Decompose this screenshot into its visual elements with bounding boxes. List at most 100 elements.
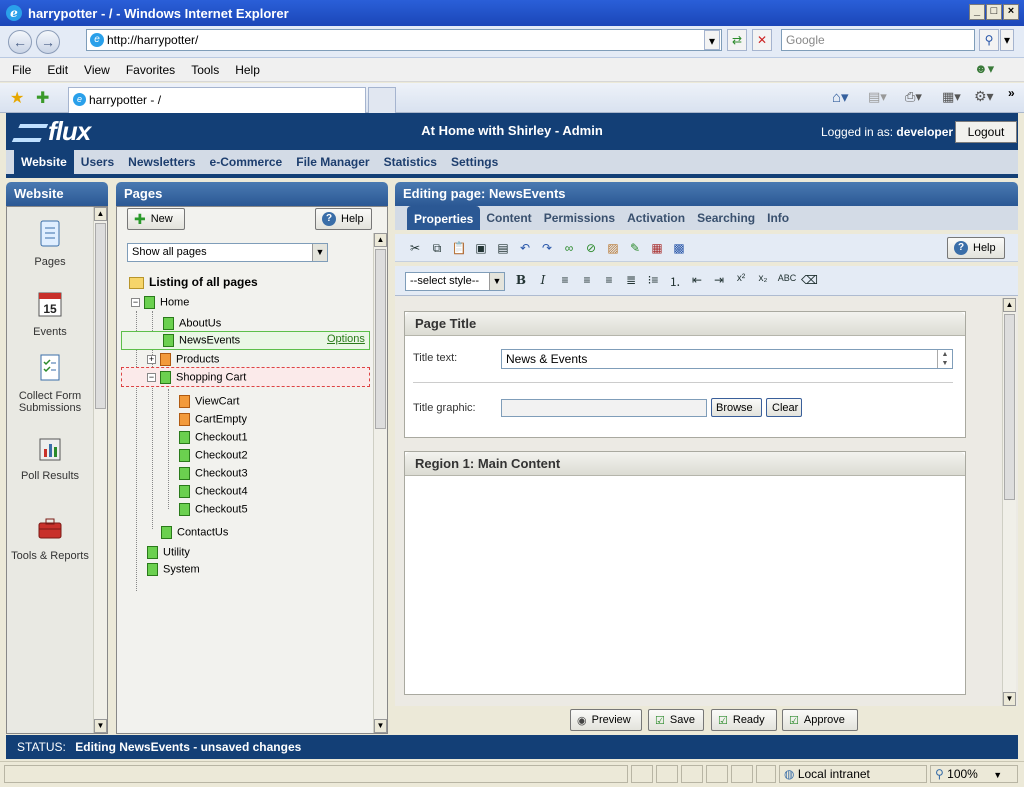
menu-view[interactable]: View bbox=[84, 63, 110, 77]
style-select[interactable]: --select style-- ▼ bbox=[405, 272, 505, 291]
menu-file[interactable]: File bbox=[12, 63, 31, 77]
eraser-icon[interactable]: ⌫ bbox=[801, 273, 818, 287]
tree-item-checkout5[interactable]: Checkout5 bbox=[179, 503, 248, 516]
bold-icon[interactable]: B bbox=[513, 273, 529, 287]
title-graphic-input[interactable] bbox=[501, 399, 707, 417]
nav-newsletters[interactable]: Newsletters bbox=[121, 155, 202, 174]
paste-text-icon[interactable]: ▣ bbox=[473, 241, 489, 255]
align-left-icon[interactable]: ≡ bbox=[557, 273, 573, 287]
tree-item-checkout3[interactable]: Checkout3 bbox=[179, 467, 248, 480]
left-scrollbar[interactable]: ▲ ▼ bbox=[93, 207, 107, 733]
numbered-list-icon[interactable]: ⒈ bbox=[667, 273, 683, 290]
print-icon[interactable]: ⎙▾ bbox=[905, 89, 922, 105]
tab-properties[interactable]: Properties bbox=[407, 206, 481, 230]
link-icon[interactable]: ∞ bbox=[561, 241, 577, 255]
scroll-down-arrow[interactable]: ▼ bbox=[1003, 692, 1016, 706]
add-favorite-icon[interactable]: ✚ bbox=[36, 88, 49, 108]
sidebar-item-events[interactable]: 15 Events bbox=[7, 289, 93, 338]
pages-scrollbar[interactable]: ▲ ▼ bbox=[373, 233, 387, 733]
nav-file-manager[interactable]: File Manager bbox=[289, 155, 376, 174]
justify-icon[interactable]: ≣ bbox=[623, 273, 639, 287]
title-text-input[interactable]: News & Events ▲ ▼ bbox=[501, 349, 953, 369]
clear-button[interactable]: Clear bbox=[766, 398, 802, 417]
tree-item-viewcart[interactable]: ViewCart bbox=[179, 395, 239, 408]
tools-gear-icon[interactable]: ⚙▾ bbox=[974, 88, 994, 105]
search-options-button[interactable]: ▾ bbox=[1000, 29, 1014, 51]
search-icon[interactable]: ⚲ bbox=[979, 29, 999, 51]
approve-button[interactable]: ☑ Approve bbox=[782, 709, 858, 731]
menu-help[interactable]: Help bbox=[235, 63, 260, 77]
url-input[interactable]: e http://harrypotter/ bbox=[86, 29, 722, 51]
nav-ecommerce[interactable]: e-Commerce bbox=[203, 155, 290, 174]
menu-favorites[interactable]: Favorites bbox=[126, 63, 175, 77]
sidebar-item-pages[interactable]: Pages bbox=[7, 219, 93, 268]
redo-icon[interactable]: ↷ bbox=[539, 241, 555, 255]
tab-permissions[interactable]: Permissions bbox=[538, 211, 621, 230]
paste-icon[interactable]: 📋 bbox=[451, 241, 467, 255]
tree-item-shoppingcart-drop[interactable]: − Shopping Cart bbox=[121, 367, 370, 387]
tree-item-checkout1[interactable]: Checkout1 bbox=[179, 431, 248, 444]
page-filter-select[interactable]: Show all pages ▼ bbox=[127, 243, 328, 262]
menu-edit[interactable]: Edit bbox=[47, 63, 68, 77]
bullet-list-icon[interactable]: ⁝≡ bbox=[645, 273, 661, 287]
scroll-up-arrow[interactable]: ▲ bbox=[94, 207, 107, 221]
tree-item-products[interactable]: + Products bbox=[147, 353, 219, 366]
sidebar-item-tools-reports[interactable]: Tools & Reports bbox=[7, 513, 93, 562]
messenger-icon[interactable]: ☻▾ bbox=[974, 61, 994, 77]
nav-users[interactable]: Users bbox=[74, 155, 121, 174]
ready-button[interactable]: ☑ Ready bbox=[711, 709, 777, 731]
minimize-button[interactable]: _ bbox=[969, 4, 985, 20]
tab-searching[interactable]: Searching bbox=[691, 211, 761, 230]
edit-image-icon[interactable]: ✎ bbox=[627, 241, 643, 255]
image-icon[interactable]: ▨ bbox=[605, 241, 621, 255]
paste-word-icon[interactable]: ▤ bbox=[495, 241, 511, 255]
forward-button[interactable]: → bbox=[36, 30, 60, 54]
nav-website[interactable]: Website bbox=[14, 149, 74, 174]
scroll-thumb[interactable] bbox=[95, 223, 106, 409]
favorites-star-icon[interactable]: ★ bbox=[10, 88, 24, 108]
search-input[interactable]: Google bbox=[781, 29, 975, 51]
scroll-down-arrow[interactable]: ▼ bbox=[94, 719, 107, 733]
sidebar-item-collect-form[interactable]: Collect Form Submissions bbox=[7, 353, 93, 414]
nav-settings[interactable]: Settings bbox=[444, 155, 505, 174]
tree-item-checkout4[interactable]: Checkout4 bbox=[179, 485, 248, 498]
scroll-thumb[interactable] bbox=[1004, 314, 1015, 500]
scroll-up-arrow[interactable]: ▲ bbox=[374, 233, 387, 247]
home-icon[interactable]: ⌂▾ bbox=[832, 88, 849, 106]
region-1-content-area[interactable] bbox=[405, 477, 965, 694]
editor-scrollbar[interactable]: ▲ ▼ bbox=[1002, 298, 1016, 706]
close-window-button[interactable]: × bbox=[1003, 4, 1019, 20]
media-icon[interactable]: ▩ bbox=[671, 241, 687, 255]
refresh-button[interactable]: ⇄ bbox=[727, 29, 747, 51]
menu-tools[interactable]: Tools bbox=[191, 63, 219, 77]
copy-icon[interactable]: ⧉ bbox=[429, 241, 445, 256]
scroll-down-arrow[interactable]: ▼ bbox=[374, 719, 387, 733]
browse-button[interactable]: Browse bbox=[711, 398, 762, 417]
tree-item-home[interactable]: − Home bbox=[131, 296, 189, 309]
chevron-more-icon[interactable]: » bbox=[1008, 86, 1015, 100]
tree-item-contactus[interactable]: ContactUs bbox=[161, 526, 228, 539]
tab-content[interactable]: Content bbox=[480, 211, 537, 230]
page-menu-icon[interactable]: ▦▾ bbox=[942, 89, 961, 105]
tab-info[interactable]: Info bbox=[761, 211, 795, 230]
maximize-button[interactable]: □ bbox=[986, 4, 1002, 20]
tree-item-newsevents-selected[interactable]: NewsEvents Options bbox=[121, 331, 370, 350]
spellcheck-icon[interactable]: ABC bbox=[777, 273, 797, 283]
url-dropdown-button[interactable]: ▾ bbox=[704, 30, 720, 50]
superscript-icon[interactable]: x² bbox=[733, 273, 749, 284]
sidebar-item-poll-results[interactable]: Poll Results bbox=[7, 433, 93, 482]
options-link[interactable]: Options bbox=[327, 333, 365, 345]
indent-icon[interactable]: ⇥ bbox=[711, 273, 727, 287]
cut-icon[interactable]: ✂ bbox=[407, 241, 423, 255]
subscript-icon[interactable]: x₂ bbox=[755, 273, 771, 284]
tree-item-utility[interactable]: Utility bbox=[147, 546, 190, 559]
tab-activation[interactable]: Activation bbox=[621, 211, 691, 230]
unlink-icon[interactable]: ⊘ bbox=[583, 241, 599, 255]
pages-help-button[interactable]: ? Help bbox=[315, 208, 372, 230]
browser-tab-active[interactable]: e harrypotter - / bbox=[68, 87, 366, 113]
tree-item-system[interactable]: System bbox=[147, 563, 200, 576]
nav-statistics[interactable]: Statistics bbox=[377, 155, 444, 174]
align-right-icon[interactable]: ≡ bbox=[601, 273, 617, 287]
tree-item-aboutus[interactable]: AboutUs bbox=[163, 317, 221, 330]
editor-help-button[interactable]: ? Help bbox=[947, 237, 1005, 259]
